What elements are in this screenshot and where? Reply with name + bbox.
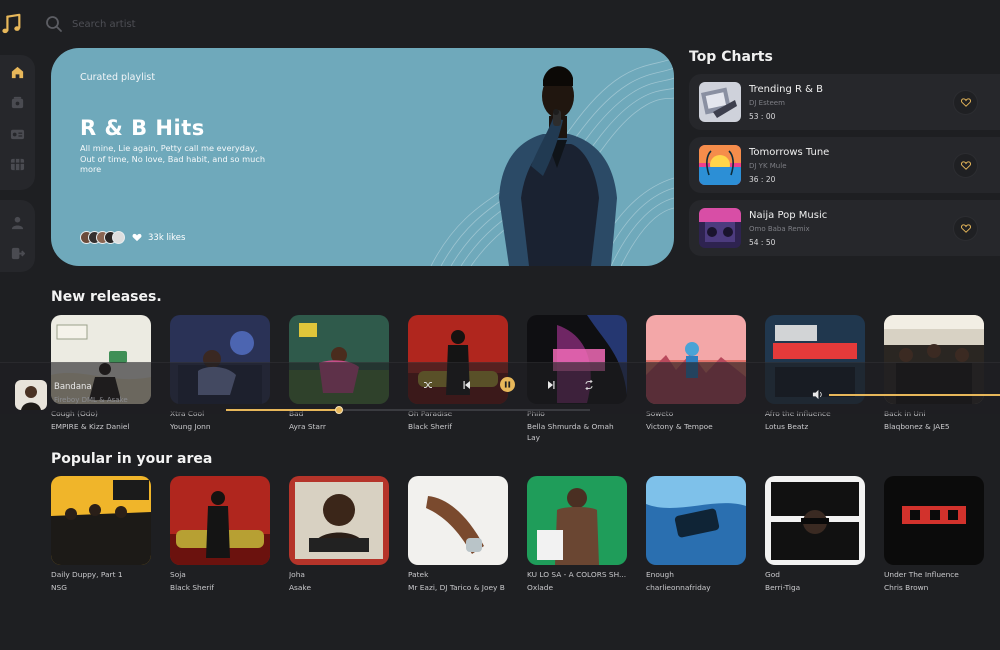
chart-artist: Omo Baba Remix	[749, 225, 810, 233]
album-cover	[170, 476, 270, 565]
sidebar-main-nav	[0, 55, 35, 190]
album-cover	[646, 476, 746, 565]
logout-icon[interactable]	[10, 246, 25, 261]
user-icon[interactable]	[10, 215, 25, 230]
chart-cover	[699, 145, 741, 185]
album-artist: Chris Brown	[884, 583, 929, 592]
heart-outline-icon	[960, 98, 971, 107]
heart-icon[interactable]	[132, 233, 142, 242]
chart-duration: 53 : 00	[749, 112, 776, 121]
music-note-icon[interactable]	[1, 13, 23, 35]
popular-title: Popular in your area	[51, 451, 213, 467]
volume-icon[interactable]	[812, 389, 823, 400]
shuffle-icon[interactable]	[423, 380, 433, 390]
playback-progress[interactable]	[226, 406, 590, 414]
chart-artist: DJ Esteem	[749, 99, 785, 107]
chart-title: Naija Pop Music	[749, 210, 828, 221]
album-tile[interactable]: Joha Asake	[289, 476, 389, 593]
chart-card[interactable]: Tomorrows Tune DJ YK Mule 36 : 20	[689, 137, 1000, 193]
album-artist: Victony & Tempoe	[646, 422, 713, 431]
repeat-icon[interactable]	[584, 380, 594, 390]
chart-artist: DJ YK Mule	[749, 162, 787, 170]
chart-cover	[699, 208, 741, 248]
chart-like-button[interactable]	[953, 216, 978, 241]
hero-follower-avatars	[80, 231, 126, 245]
album-tile[interactable]: Enough charlieonnafriday	[646, 476, 746, 593]
avatar	[112, 231, 125, 244]
chart-card[interactable]: Trending R & B DJ Esteem 53 : 00	[689, 74, 1000, 130]
album-artist: Lotus Beatz	[765, 422, 809, 431]
album-artist: Asake	[289, 583, 311, 592]
album-title: God	[765, 570, 780, 579]
previous-icon[interactable]	[462, 380, 472, 390]
album-cover	[289, 476, 389, 565]
album-title: Under The Influence	[884, 570, 959, 579]
album-cover	[51, 476, 151, 565]
heart-outline-icon	[960, 161, 971, 170]
next-icon[interactable]	[546, 380, 556, 390]
album-title: Daily Duppy, Part 1	[51, 570, 123, 579]
player-cover	[15, 380, 47, 410]
album-tile[interactable]: Under The Influence Chris Brown	[884, 476, 984, 593]
album-cover	[527, 476, 627, 565]
search-input[interactable]	[72, 14, 272, 34]
album-artist: Blaqbonez & JAE5	[884, 422, 950, 431]
chart-cover	[699, 82, 741, 122]
video-icon[interactable]	[10, 157, 25, 172]
chart-like-button[interactable]	[953, 153, 978, 178]
album-artist: NSG	[51, 583, 67, 592]
album-artist: Ayra Starr	[289, 422, 326, 431]
hero-playlist-banner[interactable]: Curated playlist R & B Hits All mine, Li…	[51, 48, 674, 266]
chart-title: Trending R & B	[749, 84, 823, 95]
play-pause-button[interactable]	[500, 377, 515, 392]
album-title: KU LO SA - A COLORS SH...	[527, 570, 627, 579]
album-tile[interactable]: Daily Duppy, Part 1 NSG	[51, 476, 151, 593]
album-artist: EMPIRE & Kizz Daniel	[51, 422, 130, 431]
album-artist: Mr Eazi, DJ Tarico & Joey B	[408, 583, 505, 592]
volume-slider[interactable]	[829, 394, 1000, 396]
top-charts-title: Top Charts	[689, 49, 773, 65]
progress-handle[interactable]	[334, 406, 343, 414]
volume-fill	[829, 394, 1000, 396]
chart-title: Tomorrows Tune	[749, 147, 830, 158]
album-cover	[884, 476, 984, 565]
album-tile[interactable]: God Berri-Tiga	[765, 476, 865, 593]
player-track-title: Bandana	[54, 382, 92, 392]
album-title: Joha	[289, 570, 305, 579]
chart-card[interactable]: Naija Pop Music Omo Baba Remix 54 : 50	[689, 200, 1000, 256]
hero-title: R & B Hits	[80, 116, 205, 140]
search-icon[interactable]	[45, 15, 63, 33]
album-artist: Young Jonn	[170, 422, 211, 431]
library-icon[interactable]	[10, 95, 25, 110]
hero-description: All mine, Lie again, Petty call me every…	[80, 143, 266, 174]
chart-duration: 36 : 20	[749, 175, 776, 184]
album-artist: charlieonnafriday	[646, 583, 711, 592]
album-artist: Oxlade	[527, 583, 554, 592]
album-title: Patek	[408, 570, 429, 579]
album-title: Soja	[170, 570, 186, 579]
album-cover	[765, 476, 865, 565]
album-title: Enough	[646, 570, 674, 579]
sidebar-account-nav	[0, 200, 35, 272]
hero-likes-count: 33k likes	[148, 233, 186, 243]
album-tile[interactable]: Patek Mr Eazi, DJ Tarico & Joey B	[408, 476, 508, 593]
album-tile[interactable]: KU LO SA - A COLORS SH... Oxlade	[527, 476, 627, 593]
progress-fill	[226, 409, 339, 411]
heart-outline-icon	[960, 224, 971, 233]
radio-icon[interactable]	[10, 126, 25, 141]
new-releases-title: New releases.	[51, 289, 162, 305]
pause-icon	[504, 381, 511, 388]
album-artist: Berri-Tiga	[765, 583, 801, 592]
chart-duration: 54 : 50	[749, 238, 776, 247]
hero-subtitle: Curated playlist	[80, 72, 156, 83]
album-tile[interactable]: Soja Black Sherif	[170, 476, 270, 593]
home-icon[interactable]	[10, 65, 25, 80]
album-artist: Black Sherif	[170, 583, 214, 592]
chart-like-button[interactable]	[953, 90, 978, 115]
album-cover	[408, 476, 508, 565]
player-artist: Fireboy DML & Asake	[54, 396, 128, 404]
album-artist: Bella Shmurda & Omah Lay	[527, 422, 614, 442]
album-artist: Black Sherif	[408, 422, 452, 431]
